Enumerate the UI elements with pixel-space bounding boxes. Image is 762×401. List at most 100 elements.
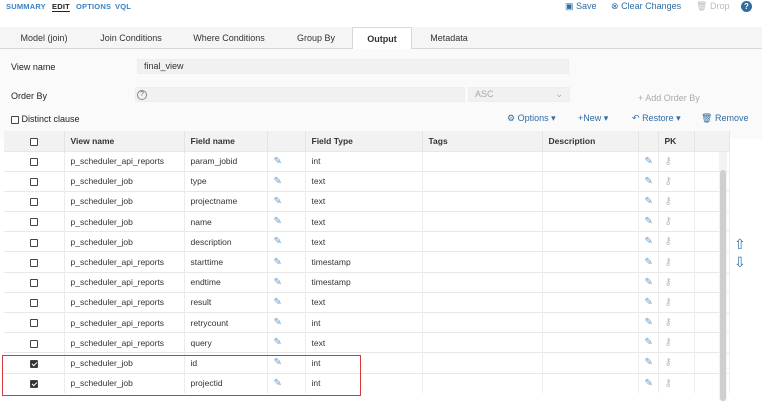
tags-cell[interactable]	[422, 251, 543, 273]
description-cell[interactable]	[542, 150, 639, 172]
edit-field-cell[interactable]: ✎	[267, 211, 306, 232]
row-select-cell[interactable]	[4, 231, 65, 252]
view-name-input[interactable]: final_view	[137, 59, 569, 74]
remove-button[interactable]: 🗑 Remove	[701, 113, 748, 124]
order-by-input[interactable]	[135, 87, 465, 102]
key-icon[interactable]: ⚷	[665, 337, 672, 348]
edit-description-cell[interactable]: ✎	[638, 352, 659, 374]
key-icon[interactable]: ⚷	[665, 196, 672, 207]
row-select-cell[interactable]	[4, 211, 65, 232]
add-order-by-button[interactable]: + Add Order By	[638, 93, 700, 103]
pk-cell[interactable]: ⚷	[658, 190, 695, 212]
row-checkbox[interactable]	[29, 339, 38, 348]
table-row[interactable]: p_scheduler_job type ✎ text ✎ ⚷	[4, 170, 730, 192]
pencil-icon[interactable]: ✎	[274, 317, 282, 328]
edit-field-cell[interactable]: ✎	[267, 231, 306, 252]
row-checkbox[interactable]	[29, 319, 38, 328]
col-tags[interactable]: Tags	[422, 131, 543, 151]
edit-description-cell[interactable]: ✎	[638, 311, 659, 333]
key-icon[interactable]: ⚷	[665, 156, 672, 167]
row-select-cell[interactable]	[4, 271, 65, 293]
description-cell[interactable]	[542, 372, 639, 394]
description-cell[interactable]	[542, 231, 639, 252]
edit-description-cell[interactable]: ✎	[638, 271, 659, 293]
row-select-cell[interactable]	[4, 332, 65, 353]
edit-field-cell[interactable]: ✎	[267, 190, 306, 212]
pencil-icon[interactable]: ✎	[274, 337, 282, 348]
row-checkbox[interactable]	[29, 198, 38, 207]
edit-field-cell[interactable]: ✎	[267, 150, 306, 172]
table-row[interactable]: p_scheduler_job projectname ✎ text ✎ ⚷	[4, 190, 730, 212]
table-row[interactable]: p_scheduler_api_reports retrycount ✎ int ✎ ⚷	[4, 311, 730, 333]
edit-description-cell[interactable]: ✎	[638, 251, 659, 273]
description-cell[interactable]	[542, 311, 639, 333]
edit-description-cell[interactable]: ✎	[638, 170, 659, 192]
edit-field-cell[interactable]: ✎	[267, 311, 306, 333]
tab-group-by[interactable]: Group By	[282, 27, 350, 49]
key-icon[interactable]: ⚷	[665, 317, 672, 328]
pk-cell[interactable]: ⚷	[658, 150, 695, 172]
col-pk[interactable]: PK	[658, 131, 695, 151]
pencil-icon[interactable]: ✎	[274, 196, 282, 207]
description-cell[interactable]	[542, 211, 639, 232]
pencil-icon[interactable]: ✎	[274, 297, 282, 308]
distinct-clause[interactable]: Distinct clause	[11, 114, 80, 124]
table-row[interactable]: p_scheduler_api_reports starttime ✎ timesta…	[4, 251, 730, 273]
pencil-icon[interactable]: ✎	[645, 317, 653, 328]
table-row[interactable]: p_scheduler_job name ✎ text ✎ ⚷	[4, 211, 730, 232]
tags-cell[interactable]	[422, 271, 543, 293]
move-up-icon[interactable]: ⇧	[734, 236, 746, 253]
edit-field-cell[interactable]: ✎	[267, 332, 306, 353]
pk-cell[interactable]: ⚷	[658, 231, 695, 252]
key-icon[interactable]: ⚷	[665, 357, 672, 368]
pk-cell[interactable]: ⚷	[658, 271, 695, 293]
description-cell[interactable]	[542, 251, 639, 273]
pk-cell[interactable]: ⚷	[658, 211, 695, 232]
key-icon[interactable]: ⚷	[665, 277, 672, 288]
edit-description-cell[interactable]: ✎	[638, 332, 659, 353]
tags-cell[interactable]	[422, 311, 543, 333]
row-select-cell[interactable]	[4, 150, 65, 172]
tags-cell[interactable]	[422, 352, 543, 374]
new-button[interactable]: +New ▾	[578, 113, 608, 124]
tags-cell[interactable]	[422, 190, 543, 212]
tags-cell[interactable]	[422, 170, 543, 192]
scrollbar-thumb[interactable]	[720, 170, 726, 401]
pk-cell[interactable]: ⚷	[658, 352, 695, 374]
description-cell[interactable]	[542, 291, 639, 313]
row-select-cell[interactable]	[4, 190, 65, 212]
row-checkbox[interactable]	[29, 178, 38, 187]
distinct-checkbox[interactable]	[11, 115, 19, 124]
edit-field-cell[interactable]: ✎	[267, 251, 306, 273]
mode-vql[interactable]: VQL	[115, 2, 131, 11]
description-cell[interactable]	[542, 271, 639, 293]
pencil-icon[interactable]: ✎	[274, 236, 282, 247]
key-icon[interactable]: ⚷	[665, 378, 672, 389]
table-row[interactable]: p_scheduler_api_reports endtime ✎ timestamp…	[4, 271, 730, 293]
col-description[interactable]: Description	[542, 131, 639, 151]
table-row[interactable]: p_scheduler_api_reports param_jobid ✎ int ✎ ⚷	[4, 150, 730, 172]
pk-cell[interactable]: ⚷	[658, 170, 695, 192]
pk-cell[interactable]: ⚷	[658, 311, 695, 333]
edit-field-cell[interactable]: ✎	[267, 271, 306, 293]
table-row[interactable]: p_scheduler_api_reports query ✎ text ✎ ⚷	[4, 332, 730, 353]
description-cell[interactable]	[542, 190, 639, 212]
pencil-icon[interactable]: ✎	[645, 216, 653, 227]
tags-cell[interactable]	[422, 332, 543, 353]
tags-cell[interactable]	[422, 291, 543, 313]
pencil-icon[interactable]: ✎	[645, 156, 653, 167]
select-all-checkbox[interactable]	[29, 137, 38, 146]
restore-button[interactable]: ↶ Restore ▾	[632, 113, 681, 124]
row-checkbox[interactable]	[29, 258, 38, 267]
tags-cell[interactable]	[422, 372, 543, 394]
description-cell[interactable]	[542, 332, 639, 353]
row-select-cell[interactable]	[4, 170, 65, 192]
edit-description-cell[interactable]: ✎	[638, 291, 659, 313]
key-icon[interactable]: ⚷	[665, 176, 672, 187]
tags-cell[interactable]	[422, 231, 543, 252]
edit-field-cell[interactable]: ✎	[267, 291, 306, 313]
tab-where-conditions[interactable]: Where Conditions	[186, 27, 272, 49]
options-button[interactable]: ⚙ Options ▾	[507, 113, 556, 124]
pencil-icon[interactable]: ✎	[645, 176, 653, 187]
pencil-icon[interactable]: ✎	[645, 357, 653, 368]
